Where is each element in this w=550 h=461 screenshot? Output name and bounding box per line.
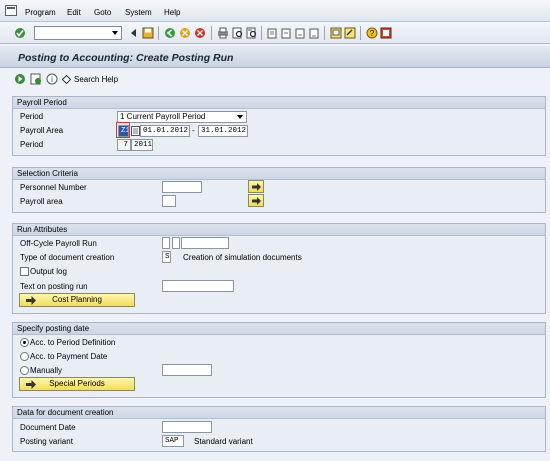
payroll-period-group: Payroll Period xyxy=(12,96,546,156)
help-icon[interactable]: ? xyxy=(366,27,378,39)
menu-bar: Program Edit Goto System Help xyxy=(0,0,550,22)
personnel-number-input[interactable] xyxy=(162,181,202,193)
arrow-right-icon xyxy=(252,197,261,205)
shortcut-icon[interactable] xyxy=(344,27,356,39)
group-header: Payroll Period xyxy=(13,97,545,109)
date-range-dash: - xyxy=(192,126,195,135)
svg-text:?: ? xyxy=(370,29,375,38)
find-icon[interactable] xyxy=(232,27,244,39)
previous-page-icon[interactable] xyxy=(280,27,292,39)
payroll-area-input[interactable]: Z1 xyxy=(118,125,129,137)
output-log-label: Output log xyxy=(30,267,67,276)
toolbar-separator xyxy=(261,26,262,40)
toolbar-separator xyxy=(211,26,212,40)
search-help-button[interactable]: Search Help xyxy=(74,75,118,84)
chevron-down-icon[interactable] xyxy=(112,31,118,35)
manual-date-input[interactable] xyxy=(162,364,212,376)
arrow-right-icon xyxy=(26,296,36,305)
payroll-area-selection-input[interactable] xyxy=(162,195,176,207)
search-help-icon[interactable] xyxy=(62,75,71,84)
date-from-field[interactable]: 01.01.2012 xyxy=(140,125,190,137)
group-header: Selection Criteria xyxy=(13,168,545,180)
period-number-label: Period xyxy=(20,140,44,149)
enter-icon[interactable] xyxy=(14,27,26,39)
period-label: Period xyxy=(20,112,44,121)
document-date-label: Document Date xyxy=(20,423,76,432)
manual-date-radio[interactable] xyxy=(20,366,29,375)
posting-run-text-label: Text on posting run xyxy=(20,282,88,291)
off-cycle-label: Off-Cycle Payroll Run xyxy=(20,239,97,248)
expand-command-icon[interactable] xyxy=(128,27,140,39)
period-year-field[interactable]: 2011 xyxy=(131,139,153,151)
variant-icon[interactable] xyxy=(30,73,42,85)
toolbar-separator xyxy=(324,26,325,40)
info-icon[interactable]: i xyxy=(46,73,58,85)
command-field[interactable] xyxy=(34,26,122,40)
posting-variant-label: Posting variant xyxy=(20,437,73,446)
multiple-selection-button[interactable] xyxy=(248,180,264,193)
payroll-area-label: Payroll Area xyxy=(20,126,64,135)
group-header: Data for document creation xyxy=(13,407,545,419)
period-definition-label: Acc. to Period Definition xyxy=(30,338,116,347)
first-page-icon[interactable] xyxy=(266,27,278,39)
off-cycle-type-input[interactable] xyxy=(172,237,180,249)
posting-run-text-input[interactable] xyxy=(162,280,234,292)
menu-system[interactable]: System xyxy=(125,8,152,17)
find-next-icon[interactable] xyxy=(246,27,258,39)
doc-type-input[interactable]: S xyxy=(162,251,171,263)
document-creation-group: Data for document creation xyxy=(12,406,546,452)
personnel-number-label: Personnel Number xyxy=(20,183,87,192)
svg-text:i: i xyxy=(51,75,53,84)
cost-planning-button[interactable]: Cost Planning xyxy=(19,293,135,307)
selection-criteria-group: Selection Criteria xyxy=(12,167,546,213)
document-date-input[interactable] xyxy=(162,421,212,433)
payroll-area-selection-label: Payroll area xyxy=(20,197,63,206)
title-bar: Posting to Accounting: Create Posting Ru… xyxy=(0,46,550,68)
chevron-down-icon[interactable] xyxy=(237,115,243,119)
value-help-icon[interactable] xyxy=(131,126,140,136)
payment-date-radio[interactable] xyxy=(20,352,29,361)
last-page-icon[interactable] xyxy=(308,27,320,39)
customize-layout-icon[interactable] xyxy=(380,27,392,39)
group-header: Run Attributes xyxy=(13,224,545,236)
payment-date-label: Acc. to Payment Date xyxy=(30,352,108,361)
special-periods-button[interactable]: Special Periods xyxy=(19,377,135,391)
menu-help[interactable]: Help xyxy=(164,8,180,17)
doc-type-label: Type of document creation xyxy=(20,253,115,262)
back-icon[interactable] xyxy=(164,27,176,39)
group-header: Specify posting date xyxy=(13,323,545,335)
posting-variant-input[interactable]: SAP xyxy=(162,435,184,447)
next-page-icon[interactable] xyxy=(294,27,306,39)
print-icon[interactable] xyxy=(217,27,229,39)
doc-type-description: Creation of simulation documents xyxy=(183,253,302,262)
toolbar-separator xyxy=(360,26,361,40)
new-session-icon[interactable] xyxy=(330,27,342,39)
system-menu-icon[interactable] xyxy=(5,5,17,16)
posting-variant-description: Standard variant xyxy=(194,437,253,446)
off-cycle-date-input[interactable] xyxy=(181,237,229,249)
execute-icon[interactable] xyxy=(14,73,26,85)
period-definition-radio[interactable] xyxy=(20,338,29,347)
off-cycle-reason-input[interactable] xyxy=(162,237,170,249)
arrow-right-icon xyxy=(252,183,261,191)
period-number-field[interactable]: 7 xyxy=(117,139,131,151)
exit-icon[interactable] xyxy=(179,27,191,39)
period-select[interactable]: 1 Current Payroll Period xyxy=(117,111,247,123)
manual-date-label: Manually xyxy=(30,366,63,375)
menu-program[interactable]: Program xyxy=(25,8,56,17)
toolbar-separator xyxy=(158,26,159,40)
date-to-field[interactable]: 31.01.2012 xyxy=(198,125,248,137)
arrow-right-icon xyxy=(26,380,36,389)
save-icon[interactable] xyxy=(142,27,154,39)
page-title: Posting to Accounting: Create Posting Ru… xyxy=(18,52,234,64)
menu-goto[interactable]: Goto xyxy=(94,8,111,17)
menu-edit[interactable]: Edit xyxy=(67,8,81,17)
output-log-checkbox[interactable] xyxy=(20,267,29,276)
cancel-icon[interactable] xyxy=(194,27,206,39)
multiple-selection-button[interactable] xyxy=(248,194,264,207)
